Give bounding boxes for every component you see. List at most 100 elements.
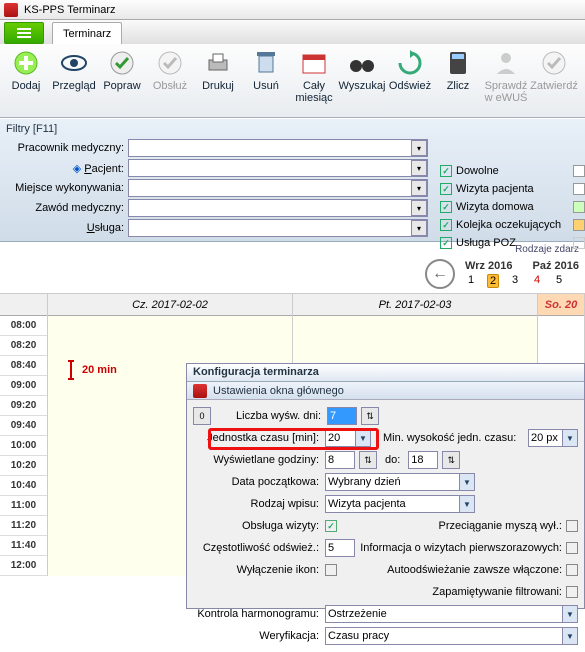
input-liczba-dni[interactable]: 7 (327, 407, 357, 425)
cb-zapam[interactable] (566, 586, 578, 598)
chevron-down-icon[interactable]: ▼ (459, 496, 474, 512)
day-header-3: So. 20 (538, 294, 584, 316)
tb-sprawdz: Sprawdź w eWUŚ (482, 48, 530, 117)
wk-3[interactable]: 3 (509, 274, 521, 288)
tb-popraw[interactable]: Popraw (98, 48, 146, 117)
tb-odswiez[interactable]: Odśwież (386, 48, 434, 117)
tb-drukuj[interactable]: Drukuj (194, 48, 242, 117)
trash-icon (251, 48, 281, 78)
check-icon (107, 48, 137, 78)
dropdown-icon[interactable]: ▾ (411, 140, 427, 156)
input-min-wys[interactable]: 20 px▼ (528, 429, 578, 447)
cb-wyl-ikon[interactable] (325, 564, 337, 576)
swatch (573, 183, 585, 195)
cb-obsluga[interactable]: ✓ (325, 520, 337, 532)
chevron-down-icon[interactable]: ▼ (562, 430, 577, 446)
person-icon (491, 48, 521, 78)
select-data-pocz[interactable]: Wybrany dzień▼ (325, 473, 475, 491)
input-godz-from[interactable]: 8 (325, 451, 355, 469)
zero-button[interactable]: 0 (193, 407, 211, 425)
input-czest[interactable]: 5 (325, 539, 355, 557)
binoculars-icon (347, 48, 377, 78)
month-nav: ← Wrz 2016 Paź 2016 1 2 3 4 5 (0, 255, 585, 293)
chevron-down-icon[interactable]: ▼ (459, 474, 474, 490)
input-pracownik[interactable]: ▾ (128, 139, 428, 157)
input-jednostka[interactable]: 20▼ (325, 429, 371, 447)
cb-wizyta-pacjenta[interactable]: ✓ (440, 183, 452, 195)
wk-5[interactable]: 5 (553, 274, 565, 288)
select-rodzaj[interactable]: Wizyta pacjenta▼ (325, 495, 475, 513)
label-info: Informacja o wizytach pierwszorazowych: (360, 542, 562, 554)
chevron-down-icon[interactable]: ▼ (562, 628, 577, 644)
label-wys-godz: Wyświetlane godziny: (193, 454, 321, 466)
approve-icon (539, 48, 569, 78)
tab-terminarz[interactable]: Terminarz (52, 22, 122, 44)
titlebar: KS-PPS Terminarz (0, 0, 585, 20)
day-header-1: Cz. 2017-02-02 (48, 294, 292, 316)
input-miejsce[interactable]: ▾ (128, 179, 428, 197)
chevron-down-icon[interactable]: ▼ (355, 430, 370, 446)
label-przeciaganie: Przeciąganie myszą wył.: (439, 520, 563, 532)
config-group-header: Ustawienia okna głównego (187, 382, 584, 400)
select-kontrola[interactable]: Ostrzeżenie▼ (325, 605, 578, 623)
cb-wizyta-domowa[interactable]: ✓ (440, 201, 452, 213)
cb-auto[interactable] (566, 564, 578, 576)
config-title: Konfiguracja terminarza (187, 364, 584, 382)
swatch (573, 165, 585, 177)
tb-dodaj[interactable]: Dodaj (2, 48, 50, 117)
select-weryf[interactable]: Czasu pracy▼ (325, 627, 578, 645)
tb-caly-miesiac[interactable]: Cały miesiąc (290, 48, 338, 117)
spinner-icon[interactable]: ⇅ (361, 407, 379, 425)
time-column: 08:00 08:20 08:40 09:00 09:20 09:40 10:0… (0, 294, 48, 576)
time-unit-hint: 20 min (68, 360, 117, 380)
tb-wyszukaj[interactable]: Wyszukaj (338, 48, 386, 117)
dropdown-icon[interactable]: ▾ (411, 220, 427, 236)
label-zapam: Zapamiętywanie filtrowani: (432, 586, 562, 598)
label-jednostka: Jednostka czasu [min]: (193, 432, 321, 444)
wk-2[interactable]: 2 (487, 274, 499, 288)
toolbar: Dodaj Przegląd Popraw Obsłuż Drukuj Usuń… (0, 44, 585, 118)
tb-zlicz[interactable]: Zlicz (434, 48, 482, 117)
label-czest: Częstotliwość odśwież.: (193, 542, 321, 554)
spinner-icon[interactable]: ⇅ (359, 451, 377, 469)
label-data-pocz: Data początkowa: (193, 476, 321, 488)
swatch (573, 237, 585, 249)
tabbar: Terminarz (0, 20, 585, 44)
window-title: KS-PPS Terminarz (24, 4, 116, 16)
print-icon (203, 48, 233, 78)
dropdown-icon[interactable]: ▾ (411, 200, 427, 216)
swatch (573, 219, 585, 231)
cb-dowolne[interactable]: ✓ (440, 165, 452, 177)
input-pacjent[interactable]: ▾ (128, 159, 428, 177)
eye-icon (59, 48, 89, 78)
input-zawod[interactable]: ▾ (128, 199, 428, 217)
spinner-icon[interactable]: ⇅ (442, 451, 460, 469)
label-zawod: Zawód medyczny: (6, 202, 128, 214)
input-usluga[interactable]: ▾ (128, 219, 428, 237)
dropdown-icon[interactable]: ▾ (411, 180, 427, 196)
tb-przeglad[interactable]: Przegląd (50, 48, 98, 117)
month-2[interactable]: Paź 2016 (533, 260, 579, 272)
input-godz-to[interactable]: 18 (408, 451, 438, 469)
label-rodzaj: Rodzaj wpisu: (193, 498, 321, 510)
config-dialog: Konfiguracja terminarza Ustawienia okna … (186, 363, 585, 609)
label-pacjent: ◈ Pacjent: (6, 162, 128, 175)
filters-header: Filtry [F11] (6, 121, 579, 137)
check2-icon (155, 48, 185, 78)
cb-info[interactable] (566, 542, 578, 554)
wk-4[interactable]: 4 (531, 274, 543, 288)
calendar-icon (299, 48, 329, 78)
chevron-down-icon[interactable]: ▼ (562, 606, 577, 622)
tb-usun[interactable]: Usuń (242, 48, 290, 117)
month-1[interactable]: Wrz 2016 (465, 260, 513, 272)
cb-przeciaganie[interactable] (566, 520, 578, 532)
swatch (573, 201, 585, 213)
cb-usluga-poz[interactable]: ✓ (440, 237, 452, 249)
menu-button[interactable] (4, 22, 44, 44)
dropdown-icon[interactable]: ▾ (411, 160, 427, 176)
refresh-icon (395, 48, 425, 78)
app-icon (4, 3, 18, 17)
prev-arrow[interactable]: ← (425, 259, 455, 289)
cb-kolejka[interactable]: ✓ (440, 219, 452, 231)
wk-1[interactable]: 1 (465, 274, 477, 288)
